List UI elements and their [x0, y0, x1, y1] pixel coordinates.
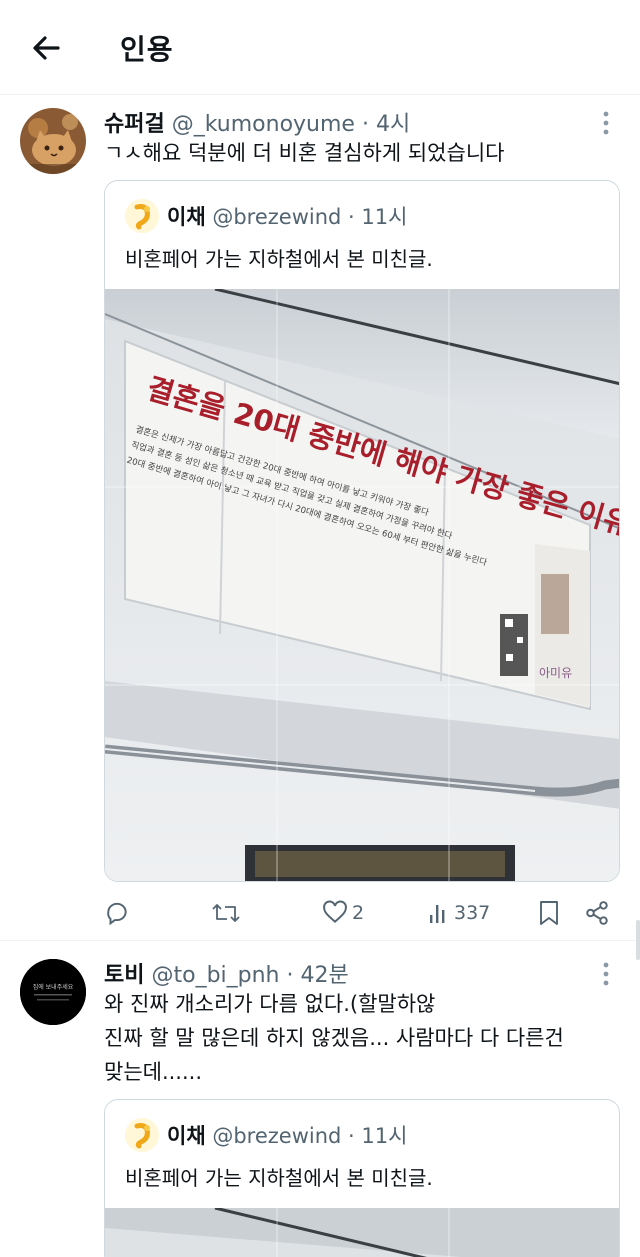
quoted-display-name: 이채: [167, 1124, 206, 1148]
tweet-text-line-3: 맞는데......: [104, 1060, 203, 1084]
share-icon: [586, 901, 608, 925]
tweet[interactable]: 슈퍼걸 @_kumonoyume · 4시 ㄱㅅ해요 덕분에 더 비혼 결심하게…: [0, 96, 640, 940]
like-button[interactable]: 2: [322, 893, 364, 933]
tweet-header: 토비 @to_bi_pnh · 42분: [104, 957, 349, 989]
tweet-text-line-1: 와 진짜 개소리가 다름 없다.(할말하않: [104, 992, 436, 1016]
bookmark-button[interactable]: [538, 893, 560, 933]
quoted-avatar: [125, 199, 159, 233]
quoted-photo[interactable]: [105, 1208, 619, 1257]
tweet[interactable]: 집에 보내주세요 토비 @to_bi_pnh · 42분 와 진짜 개소리가 다…: [0, 941, 640, 1257]
reply-icon: [107, 902, 127, 926]
quoted-text: 비혼페어 가는 지하철에서 본 미친글.: [125, 247, 433, 271]
quoted-timestamp: · 11시: [348, 1124, 408, 1148]
views-button[interactable]: 337: [428, 893, 490, 933]
view-count: 337: [454, 902, 491, 924]
tweet-text: ㄱㅅ해요 덕분에 더 비혼 결심하게 되었습니다: [104, 141, 505, 165]
more-options-icon[interactable]: [596, 959, 616, 989]
retweet-button[interactable]: [212, 893, 240, 933]
ad-brand: 아미유: [539, 666, 572, 680]
timestamp[interactable]: · 42분: [287, 963, 349, 988]
quoted-avatar: [125, 1118, 159, 1152]
back-arrow-icon[interactable]: [28, 30, 64, 66]
retweet-icon: [212, 904, 240, 922]
quoted-user-handle: @brezewind: [212, 205, 342, 229]
tweet-text-line-2: 진짜 할 말 많은데 하지 않겠음... 사람마다 다 다른건: [104, 1026, 564, 1050]
quoted-display-name: 이채: [167, 205, 206, 229]
tweet-actions: 2 337: [104, 893, 620, 933]
like-count: 2: [352, 902, 365, 924]
bookmark-icon: [540, 901, 558, 925]
user-handle[interactable]: @_kumonoyume: [172, 112, 355, 137]
avatar[interactable]: 집에 보내주세요: [20, 959, 86, 1025]
avatar-text: 집에 보내주세요: [33, 983, 74, 991]
quoted-header: 이채 @brezewind · 11시: [167, 1120, 407, 1150]
header: 인용: [0, 0, 640, 95]
reply-button[interactable]: [104, 893, 130, 933]
tweet-header: 슈퍼걸 @_kumonoyume · 4시: [104, 106, 410, 138]
views-icon: [430, 905, 445, 923]
quoted-header: 이채 @brezewind · 11시: [167, 201, 407, 231]
quoted-timestamp: · 11시: [348, 205, 408, 229]
quoted-photo[interactable]: 결혼을 20대 중반에 해야 가장 좋은 이유 결혼은 신체가 가장 아름답고 …: [105, 289, 619, 881]
display-name[interactable]: 토비: [104, 963, 144, 988]
quoted-tweet[interactable]: 이채 @brezewind · 11시 비혼페어 가는 지하철에서 본 미친글.: [104, 180, 620, 882]
timestamp[interactable]: · 4시: [362, 112, 410, 137]
display-name[interactable]: 슈퍼걸: [104, 112, 165, 137]
page-title: 인용: [120, 33, 174, 66]
quoted-tweet[interactable]: 이채 @brezewind · 11시 비혼페어 가는 지하철에서 본 미친글.: [104, 1099, 620, 1257]
share-button[interactable]: [584, 893, 610, 933]
more-options-icon[interactable]: [596, 108, 616, 138]
avatar[interactable]: [20, 108, 86, 174]
heart-icon: [323, 900, 347, 923]
quoted-user-handle: @brezewind: [212, 1124, 342, 1148]
quoted-text: 비혼페어 가는 지하철에서 본 미친글.: [125, 1166, 433, 1190]
user-handle[interactable]: @to_bi_pnh: [151, 963, 279, 988]
